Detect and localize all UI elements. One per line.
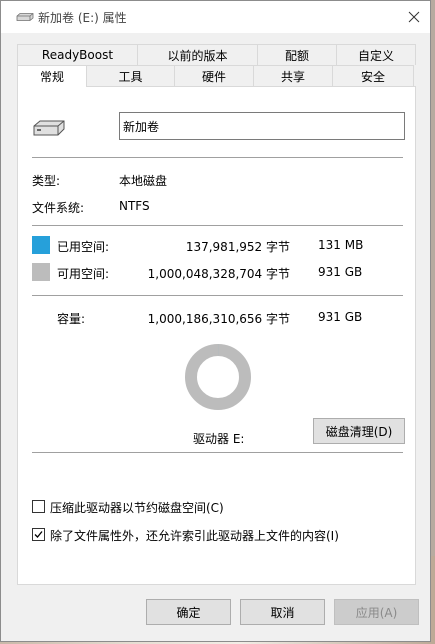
tab-tools[interactable]: 工具 (86, 65, 175, 86)
used-space-bytes: 137,981,952 字节 (185, 240, 290, 254)
close-button[interactable] (402, 5, 426, 29)
used-space-label: 已用空间: (57, 240, 110, 254)
tab-label: 硬件 (201, 69, 226, 84)
drive-large-icon (33, 120, 65, 136)
ok-button[interactable]: 确定 (146, 599, 231, 625)
tab-label: 以前的版本 (167, 48, 228, 63)
capacity-size: 931 GB (318, 310, 363, 324)
drive-label: 驱动器 E: (193, 432, 245, 446)
tab-sharing[interactable]: 共享 (253, 65, 333, 86)
close-icon (408, 11, 420, 23)
checkmark-icon (34, 531, 43, 538)
window-title: 新加卷 (E:) 属性 (38, 11, 127, 25)
cancel-button[interactable]: 取消 (240, 599, 325, 625)
general-panel: 类型: 本地磁盘 文件系统: NTFS 已用空间: 137,981,952 字节… (17, 86, 416, 585)
properties-window: 新加卷 (E:) 属性 ReadyBoost 以前的版本 配额 自定义 常规 工… (0, 0, 431, 642)
free-space-size: 931 GB (318, 265, 363, 279)
free-space-swatch (32, 263, 50, 281)
apply-label: 应用(A) (355, 605, 398, 620)
disk-cleanup-button[interactable]: 磁盘清理(D) (313, 418, 405, 444)
tab-hardware[interactable]: 硬件 (174, 65, 254, 86)
compress-label[interactable]: 压缩此驱动器以节约磁盘空间(C) (50, 499, 224, 516)
drive-icon (16, 13, 34, 21)
ok-label: 确定 (176, 605, 201, 620)
tab-readyboost[interactable]: ReadyBoost (17, 44, 138, 65)
divider (32, 295, 403, 296)
tab-previous-versions[interactable]: 以前的版本 (137, 44, 258, 65)
tab-label: 常规 (39, 70, 64, 84)
title-bar[interactable]: 新加卷 (E:) 属性 (1, 1, 430, 33)
index-checkbox[interactable] (32, 528, 45, 541)
divider (32, 225, 403, 226)
tab-label: 共享 (280, 69, 305, 84)
volume-name-input[interactable] (119, 112, 405, 140)
disk-cleanup-label: 磁盘清理(D) (325, 424, 393, 439)
tab-row-top: ReadyBoost 以前的版本 配额 自定义 (17, 44, 416, 65)
tab-general[interactable]: 常规 (17, 65, 87, 87)
compress-checkbox[interactable] (32, 500, 45, 513)
capacity-label: 容量: (57, 312, 86, 326)
filesystem-label: 文件系统: (32, 201, 85, 215)
tab-label: 自定义 (357, 48, 394, 63)
type-value: 本地磁盘 (119, 174, 168, 188)
tab-security[interactable]: 安全 (332, 65, 414, 86)
disk-usage-donut (185, 344, 251, 410)
tab-label: 工具 (118, 69, 143, 84)
tab-row-bottom: 常规 工具 硬件 共享 安全 (17, 65, 414, 87)
divider (32, 452, 403, 453)
filesystem-value: NTFS (119, 199, 150, 213)
cancel-label: 取消 (270, 605, 295, 620)
tab-label: 安全 (360, 69, 385, 84)
free-space-ring (185, 344, 251, 410)
type-label: 类型: (32, 174, 61, 188)
used-space-swatch (32, 236, 50, 254)
tab-label: 配额 (284, 48, 309, 63)
capacity-bytes: 1,000,186,310,656 字节 (147, 312, 290, 326)
free-space-bytes: 1,000,048,328,704 字节 (147, 267, 290, 281)
tab-label: ReadyBoost (41, 48, 114, 62)
divider (32, 157, 403, 158)
used-space-size: 131 MB (318, 238, 364, 252)
tab-quota[interactable]: 配额 (257, 44, 337, 65)
tab-customize[interactable]: 自定义 (336, 44, 416, 65)
free-space-label: 可用空间: (57, 267, 110, 281)
apply-button[interactable]: 应用(A) (334, 599, 419, 625)
index-label[interactable]: 除了文件属性外，还允许索引此驱动器上文件的内容(I) (50, 527, 339, 544)
